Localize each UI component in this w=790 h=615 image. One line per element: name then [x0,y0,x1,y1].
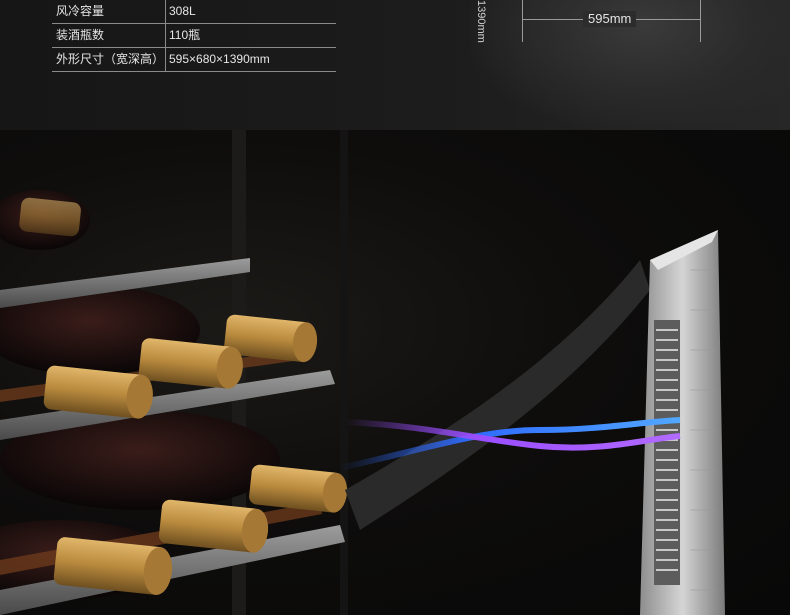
spec-label: 外形尺寸（宽深高） [56,52,165,66]
height-dimension-label: 1390mm [475,0,487,43]
spec-row-bottles: 装酒瓶数 110瓶 [52,24,336,48]
spec-divider [165,48,166,71]
spec-value: 110瓶 [169,28,201,42]
spec-row-dimensions: 外形尺寸（宽深高） 595×680×1390mm [52,48,336,72]
dimension-tick-right [700,0,701,42]
scene-illustration [0,130,725,615]
tower-curve [345,260,650,530]
spec-divider [165,0,166,23]
spec-value: 308L [169,4,196,18]
spec-label: 装酒瓶数 [56,28,105,42]
spec-row-capacity: 风冷容量 308L [52,0,336,24]
product-scene [0,130,790,615]
spec-table: 风冷容量 308L 装酒瓶数 110瓶 外形尺寸（宽深高） 595×680×13… [52,0,336,72]
spec-panel: 风冷容量 308L 装酒瓶数 110瓶 外形尺寸（宽深高） 595×680×13… [0,0,790,130]
spec-value: 595×680×1390mm [169,52,270,66]
dimension-tick-left [522,0,523,42]
spec-divider [165,24,166,47]
airflow-ribbons [339,417,681,471]
spec-label: 风冷容量 [56,4,105,18]
width-dimension-label: 595mm [583,11,637,27]
